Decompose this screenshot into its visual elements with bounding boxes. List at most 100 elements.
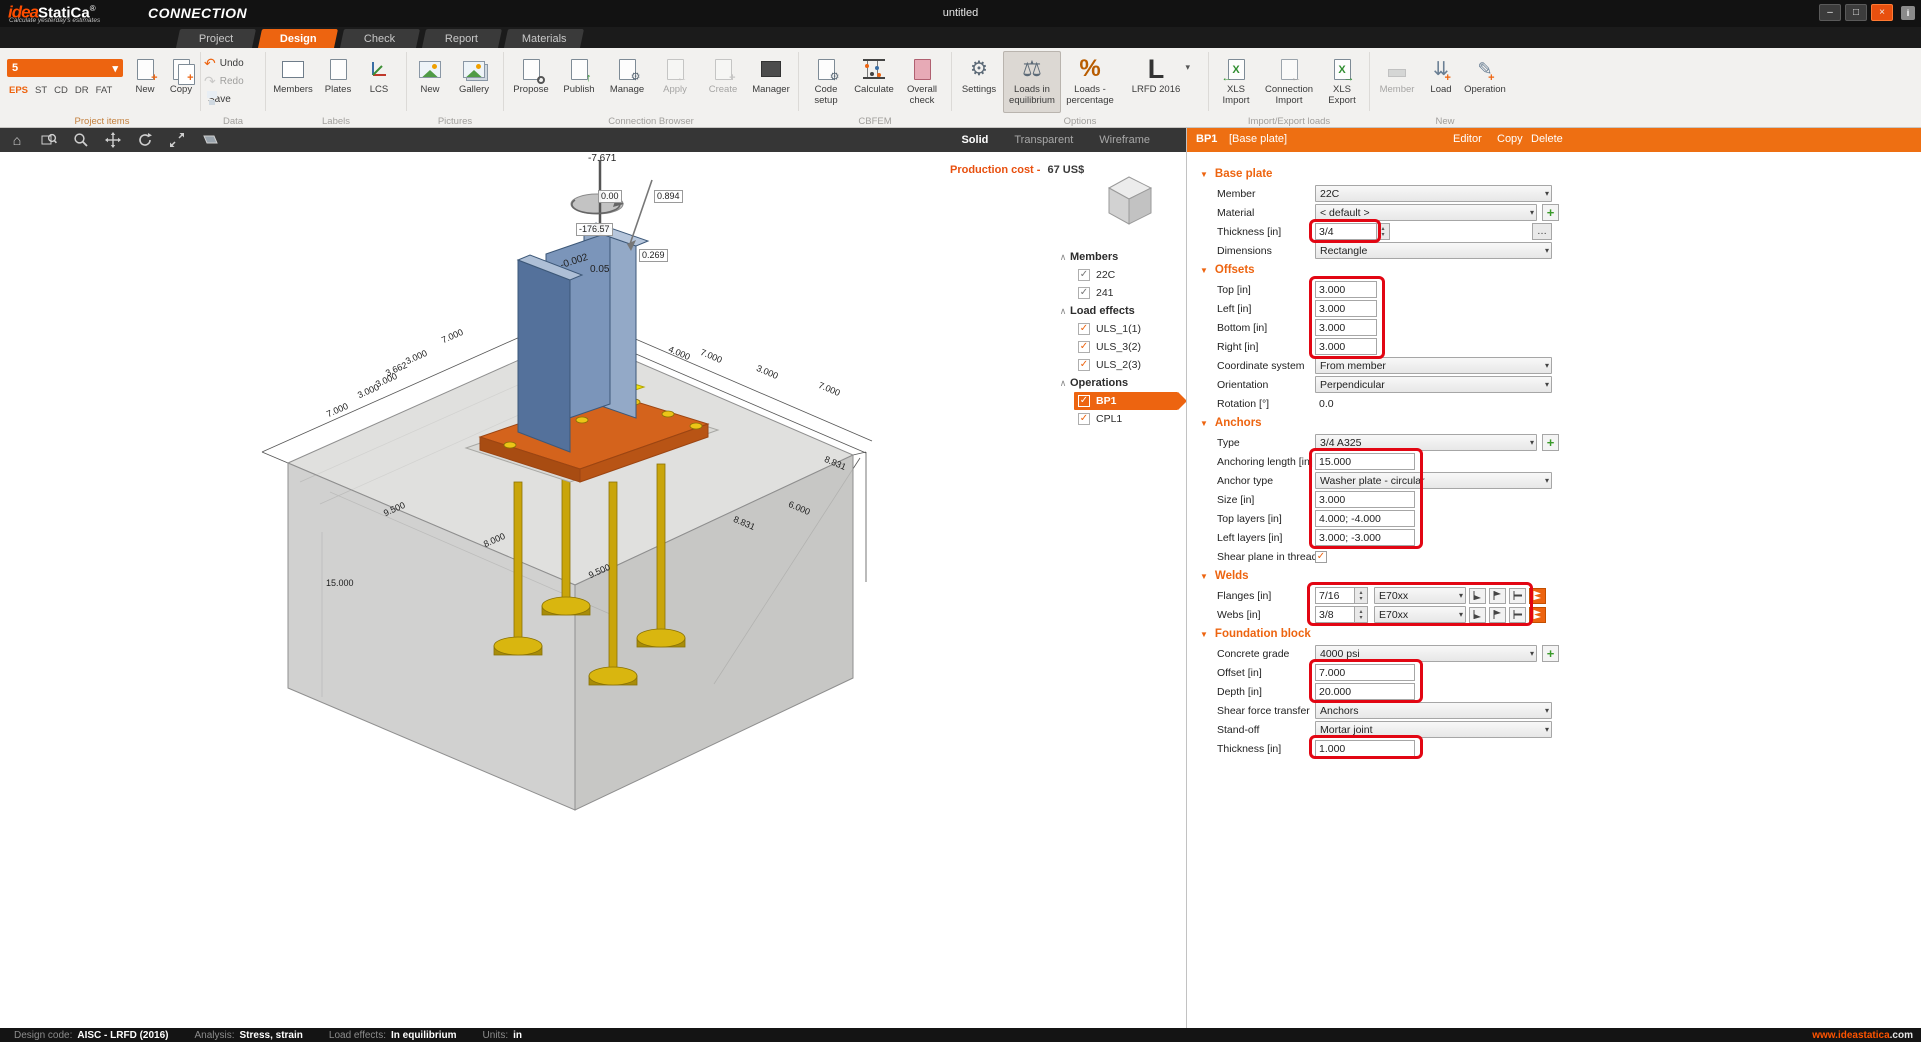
design-code-button[interactable]: L ▾ LRFD 2016 (1119, 51, 1193, 113)
tab-project[interactable]: Project (176, 29, 256, 48)
navigation-cube[interactable] (1096, 168, 1162, 230)
left-layers-input[interactable] (1315, 529, 1415, 546)
weld-symbol-butt-icon[interactable] (1509, 588, 1526, 604)
tree-item-241[interactable]: ✓ 241 (1056, 284, 1186, 302)
save-button[interactable]: Save (204, 90, 231, 108)
collapse-icon[interactable]: ∧ (1056, 378, 1070, 389)
website-link[interactable]: www.ideastatica.com (1812, 1030, 1913, 1041)
section-anchors[interactable]: ▼ Anchors (1187, 413, 1921, 433)
propose-button[interactable]: Propose (507, 51, 555, 113)
offset-top-input[interactable] (1315, 281, 1377, 298)
copy-operation-button[interactable]: Copy (1497, 133, 1523, 145)
section-welds[interactable]: ▼ Welds (1187, 566, 1921, 586)
collapse-icon[interactable]: ∧ (1056, 306, 1070, 317)
connection-import-button[interactable]: ← Connection Import (1260, 51, 1318, 113)
view-mode-solid[interactable]: Solid (961, 134, 988, 146)
anchor-grade-select[interactable]: 3/4 A325 ▾ (1315, 434, 1537, 451)
delete-operation-button[interactable]: Delete (1531, 133, 1563, 145)
checkbox-22c[interactable]: ✓ (1078, 269, 1090, 281)
zoom-fit-button[interactable] (168, 131, 186, 149)
publish-button[interactable]: ↑ Publish (555, 51, 603, 113)
loads-percentage-button[interactable]: % Loads - percentage (1061, 51, 1119, 113)
thickness-spinner[interactable]: ▴ ▾ (1377, 223, 1390, 240)
zoom-button[interactable] (72, 131, 90, 149)
member-select[interactable]: 22C ▾ (1315, 185, 1552, 202)
orientation-select[interactable]: Perpendicular ▾ (1315, 376, 1552, 393)
mode-fat[interactable]: FAT (96, 85, 113, 96)
xls-import-button[interactable]: X← XLS Import (1212, 51, 1260, 113)
checkbox-bp1[interactable]: ✓ (1078, 395, 1090, 407)
add-material-button[interactable]: + (1542, 204, 1559, 221)
foundation-depth-input[interactable] (1315, 683, 1415, 700)
new-project-item-button[interactable]: + New (127, 51, 163, 113)
tree-item-22c[interactable]: ✓ 22C (1056, 266, 1186, 284)
mode-dr[interactable]: DR (75, 85, 89, 96)
offset-bottom-input[interactable] (1315, 319, 1377, 336)
window-maximize-button[interactable]: □ (1845, 4, 1867, 21)
weld-symbol-fillet-top-icon[interactable] (1489, 588, 1506, 604)
tree-item-uls3[interactable]: ✓ ULS_3(2) (1056, 338, 1186, 356)
checkbox-uls1[interactable]: ✓ (1078, 323, 1090, 335)
tree-item-bp1[interactable]: ✓ BP1 (1074, 392, 1178, 410)
checkbox-cpl1[interactable]: ✓ (1078, 413, 1090, 425)
section-offsets[interactable]: ▼ Offsets (1187, 260, 1921, 280)
tab-design[interactable]: Design (258, 29, 338, 48)
window-close-button[interactable]: × (1871, 4, 1893, 21)
tree-load-effects-header[interactable]: ∧ Load effects (1056, 302, 1186, 320)
view-mode-wireframe[interactable]: Wireframe (1099, 134, 1150, 146)
tree-item-uls1[interactable]: ✓ ULS_1(1) (1056, 320, 1186, 338)
tree-item-uls2[interactable]: ✓ ULS_2(3) (1056, 356, 1186, 374)
standoff-select[interactable]: Mortar joint ▾ (1315, 721, 1552, 738)
web-electrode-select[interactable]: E70xx ▾ (1374, 606, 1466, 623)
members-labels-button[interactable]: Members (269, 51, 317, 113)
section-foundation-block[interactable]: ▼ Foundation block (1187, 624, 1921, 644)
add-concrete-grade-button[interactable]: + (1542, 645, 1559, 662)
tree-members-header[interactable]: ∧ Members (1056, 248, 1186, 266)
project-item-selector[interactable]: 5 ▾ (7, 59, 123, 77)
home-view-button[interactable]: ⌂ (8, 131, 26, 149)
mode-eps[interactable]: EPS (9, 85, 28, 96)
code-setup-button[interactable]: ⚙ Code setup (802, 51, 850, 113)
flange-weld-spinner[interactable]: ▴ ▾ (1355, 587, 1368, 604)
thickness-browse-button[interactable]: … (1532, 223, 1552, 240)
collapse-icon[interactable]: ∧ (1056, 252, 1070, 263)
mode-cd[interactable]: CD (54, 85, 68, 96)
checkbox-uls2[interactable]: ✓ (1078, 359, 1090, 371)
flange-electrode-select[interactable]: E70xx ▾ (1374, 587, 1466, 604)
section-collapse-icon[interactable]: ▼ (1200, 170, 1208, 179)
offset-right-input[interactable] (1315, 338, 1377, 355)
overall-check-button[interactable]: Overall check (898, 51, 946, 113)
xls-export-button[interactable]: X→ XLS Export (1318, 51, 1366, 113)
undo-button[interactable]: ↶ Undo (204, 54, 244, 72)
tab-report[interactable]: Report (422, 29, 502, 48)
weld-symbol-butt-icon[interactable] (1509, 607, 1526, 623)
add-anchor-type-button[interactable]: + (1542, 434, 1559, 451)
manager-button[interactable]: Manager (747, 51, 795, 113)
anchor-type-select[interactable]: Washer plate - circular ▾ (1315, 472, 1552, 489)
pan-button[interactable] (104, 131, 122, 149)
view-mode-transparent[interactable]: Transparent (1014, 134, 1073, 146)
checkbox-uls3[interactable]: ✓ (1078, 341, 1090, 353)
coordinate-system-select[interactable]: From member ▾ (1315, 357, 1552, 374)
info-button[interactable]: i (1901, 6, 1915, 20)
3d-scene[interactable] (0, 152, 1186, 1028)
flange-weld-size-input[interactable] (1315, 587, 1355, 604)
offset-left-input[interactable] (1315, 300, 1377, 317)
concrete-grade-select[interactable]: 4000 psi ▾ (1315, 645, 1537, 662)
3d-viewport[interactable]: -7.671 0.00 0.894 -176.57 0.269 -0.002 0… (0, 152, 1186, 1028)
settings-button[interactable]: ⚙ Settings (955, 51, 1003, 113)
tree-item-cpl1[interactable]: ✓ CPL1 (1056, 410, 1186, 428)
section-collapse-icon[interactable]: ▼ (1200, 419, 1208, 428)
new-member-button[interactable]: Member (1373, 51, 1421, 113)
dimensions-select[interactable]: Rectangle ▾ (1315, 242, 1552, 259)
new-load-button[interactable]: ⇊+ Load (1421, 51, 1461, 113)
tree-operations-header[interactable]: ∧ Operations (1056, 374, 1186, 392)
editor-button[interactable]: Editor (1453, 133, 1482, 145)
weld-symbol-double-fillet-icon[interactable] (1529, 607, 1546, 623)
manage-button[interactable]: ⚙ Manage (603, 51, 651, 113)
loads-in-equilibrium-toggle[interactable]: ⚖ Loads in equilibrium (1003, 51, 1061, 113)
mode-st[interactable]: ST (35, 85, 47, 96)
new-operation-button[interactable]: ✎+ Operation (1461, 51, 1509, 113)
checkbox-241[interactable]: ✓ (1078, 287, 1090, 299)
foundation-thickness-input[interactable] (1315, 740, 1415, 757)
